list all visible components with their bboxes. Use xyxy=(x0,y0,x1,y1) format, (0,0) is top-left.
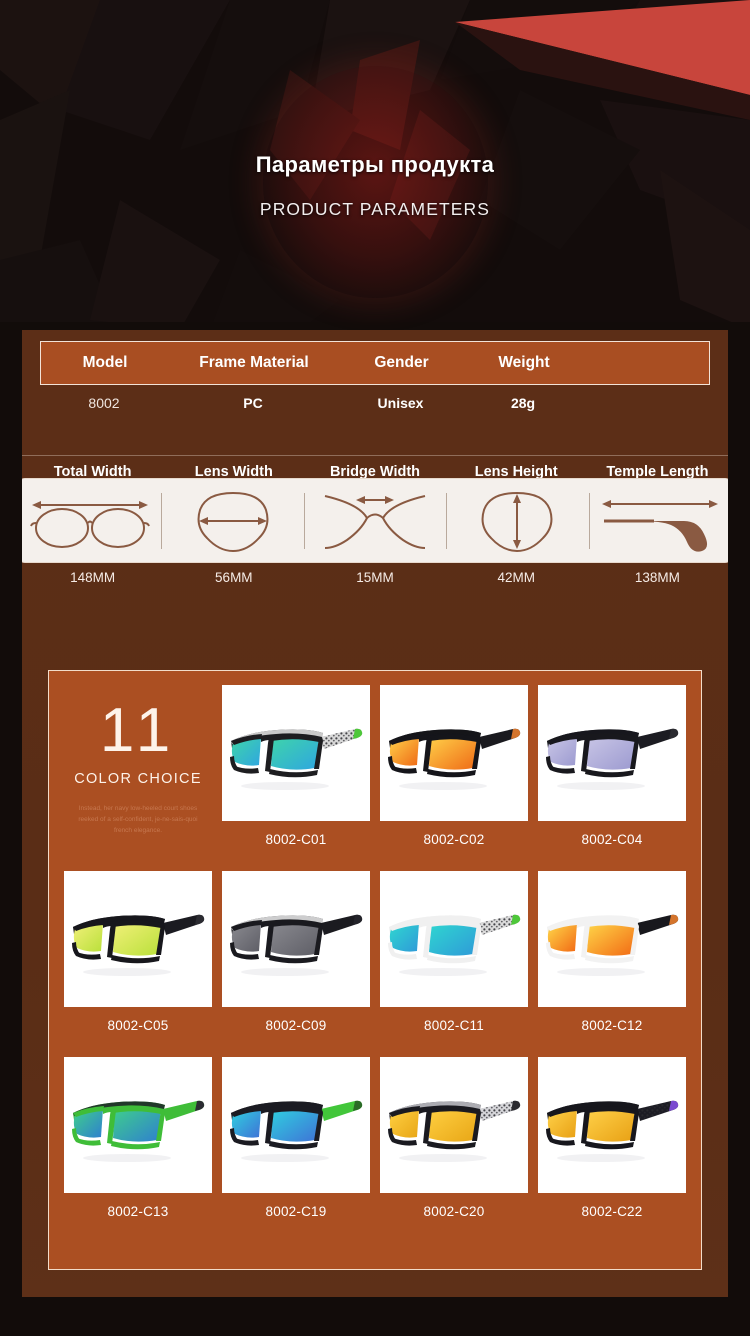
color-grid-row-3: 8002-C13 8002-C19 8002-C20 8002-C22 xyxy=(59,1053,691,1239)
dimension-icon-cell-temple-length xyxy=(588,479,731,562)
dimension-value-bridge-width: 15MM xyxy=(356,570,394,585)
dimension-value-total-width: 148MM xyxy=(70,570,116,585)
color-item-photo-1[interactable] xyxy=(380,685,528,821)
sunglasses-illustration xyxy=(546,914,679,976)
color-item-label-5: 8002-C11 xyxy=(424,1018,484,1033)
bottom-dark-bar xyxy=(0,1297,750,1336)
color-item-4[interactable]: 8002-C09 xyxy=(217,867,375,1053)
color-item-photo-6[interactable] xyxy=(538,871,686,1007)
bridge-width-icon xyxy=(324,494,426,549)
hero-banner: Параметры продукта PRODUCT PARAMETERS xyxy=(0,0,750,330)
color-item-label-6: 8002-C12 xyxy=(581,1018,643,1033)
color-item-photo-5[interactable] xyxy=(380,871,528,1007)
spec-value-gender: Unisex xyxy=(377,395,424,411)
total-width-icon xyxy=(30,500,151,548)
dimension-label-row: Total Width Lens Width Bridge Width Lens… xyxy=(22,455,728,480)
color-grid-row-2: 8002-C05 8002-C09 8002-C11 8002-C12 xyxy=(59,867,691,1053)
color-item-label-4: 8002-C09 xyxy=(265,1018,327,1033)
spec-header-frame-material: Frame Material xyxy=(199,354,309,371)
sunglasses-illustration xyxy=(72,914,205,976)
color-item-label-1: 8002-C02 xyxy=(423,832,485,847)
color-item-photo-0[interactable] xyxy=(222,685,370,821)
hero-text-block: Параметры продукта PRODUCT PARAMETERS xyxy=(0,152,750,220)
dimension-value-row: 148MM 56MM 15MM 42MM 138MM xyxy=(22,570,728,585)
lens-width-icon xyxy=(197,491,269,552)
color-item-photo-8[interactable] xyxy=(222,1057,370,1193)
color-item-label-0: 8002-C01 xyxy=(265,832,327,847)
color-item-8[interactable]: 8002-C19 xyxy=(217,1053,375,1239)
color-count: 11 xyxy=(99,696,177,765)
color-choice-description: Instead, her navy low-heeled court shoes… xyxy=(78,805,198,834)
spec-header-model: Model xyxy=(82,354,128,371)
color-item-photo-10[interactable] xyxy=(538,1057,686,1193)
dimension-icon-strip xyxy=(18,478,732,563)
sunglasses-illustration xyxy=(388,1100,521,1162)
sunglasses-illustration xyxy=(546,1100,679,1162)
color-item-label-2: 8002-C04 xyxy=(581,832,643,847)
sunglasses-illustration xyxy=(388,728,521,790)
spec-value-weight: 28g xyxy=(510,395,536,411)
color-item-photo-4[interactable] xyxy=(222,871,370,1007)
spec-value-model: 8002 xyxy=(88,395,120,411)
spec-table-value-row: 8002 PC Unisex 28g xyxy=(40,385,710,421)
left-dark-rail xyxy=(0,330,22,1336)
color-item-photo-7[interactable] xyxy=(64,1057,212,1193)
hero-title-russian: Параметры продукта xyxy=(255,152,495,177)
sunglasses-illustration xyxy=(388,914,521,976)
temple-length-icon xyxy=(601,499,718,552)
dimension-icon-cell-lens-height xyxy=(446,479,588,562)
spec-header-weight: Weight xyxy=(498,354,550,371)
color-grid-row-1: 11 COLOR CHOICE Instead, her navy low-he… xyxy=(59,681,691,867)
color-item-7[interactable]: 8002-C13 xyxy=(59,1053,217,1239)
dimension-icon-cell-total-width xyxy=(19,479,161,562)
sunglasses-illustration xyxy=(230,1100,363,1162)
sunglasses-illustration xyxy=(230,914,363,976)
color-choice-title: COLOR CHOICE xyxy=(74,771,202,787)
spec-table-header-row: Model Frame Material Gender Weight xyxy=(40,341,710,385)
color-item-0[interactable]: 8002-C01 xyxy=(217,681,375,867)
dimension-value-lens-height: 42MM xyxy=(497,570,535,585)
dimension-icon-cell-lens-width xyxy=(161,479,303,562)
color-item-label-9: 8002-C20 xyxy=(423,1204,485,1219)
dimension-value-lens-width: 56MM xyxy=(215,570,253,585)
sunglasses-illustration xyxy=(230,728,363,790)
color-item-5[interactable]: 8002-C11 xyxy=(375,867,533,1053)
dimension-value-temple-length: 138MM xyxy=(634,570,680,585)
hero-title-english: PRODUCT PARAMETERS xyxy=(259,199,491,219)
color-item-photo-2[interactable] xyxy=(538,685,686,821)
color-choice-panel: 11 COLOR CHOICE Instead, her navy low-he… xyxy=(48,670,702,1270)
color-item-label-10: 8002-C22 xyxy=(581,1204,643,1219)
color-choice-intro: 11 COLOR CHOICE Instead, her navy low-he… xyxy=(59,681,217,867)
color-item-1[interactable]: 8002-C02 xyxy=(375,681,533,867)
color-item-3[interactable]: 8002-C05 xyxy=(59,867,217,1053)
color-item-photo-9[interactable] xyxy=(380,1057,528,1193)
color-item-label-7: 8002-C13 xyxy=(107,1204,169,1219)
color-item-photo-3[interactable] xyxy=(64,871,212,1007)
color-item-label-8: 8002-C19 xyxy=(265,1204,327,1219)
right-dark-rail xyxy=(728,330,750,1336)
dimension-icon-cell-bridge-width xyxy=(303,479,446,562)
sunglasses-illustration xyxy=(546,728,679,790)
color-item-10[interactable]: 8002-C22 xyxy=(533,1053,691,1239)
spec-table: Model Frame Material Gender Weight 8002 … xyxy=(18,341,732,421)
product-parameters-page: Параметры продукта PRODUCT PARAMETERS Mo… xyxy=(0,0,750,1336)
product-body-panel: Model Frame Material Gender Weight 8002 … xyxy=(18,330,732,1336)
color-item-9[interactable]: 8002-C20 xyxy=(375,1053,533,1239)
spec-value-frame-material: PC xyxy=(243,395,263,411)
lens-height-icon xyxy=(481,491,553,552)
color-item-label-3: 8002-C05 xyxy=(107,1018,169,1033)
color-item-6[interactable]: 8002-C12 xyxy=(533,867,691,1053)
spec-header-gender: Gender xyxy=(374,354,429,371)
color-item-2[interactable]: 8002-C04 xyxy=(533,681,691,867)
sunglasses-illustration xyxy=(72,1100,205,1162)
